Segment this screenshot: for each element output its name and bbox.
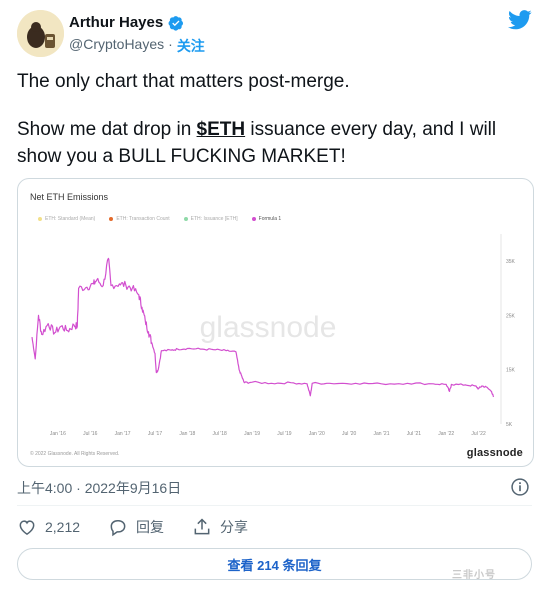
chart-plot: glassnode 5K 15K 25K 35K Jan '16 Jul '16 Jan '1… (31, 234, 516, 437)
reply-label: 回复 (136, 519, 165, 535)
tweet-line-2-pre: Show me dat drop in (17, 119, 197, 140)
share-button[interactable]: 分享 (192, 517, 248, 537)
y-tick-label: 35K (506, 259, 516, 265)
chart-watermark: glassnode (200, 311, 337, 344)
heart-icon (19, 520, 35, 535)
share-icon (194, 518, 210, 535)
site-watermark: 三非小号 (452, 570, 496, 581)
twitter-bird-icon[interactable] (508, 10, 532, 30)
reply-bubble-icon (110, 520, 126, 537)
x-tick-label: Jan '21 (374, 431, 390, 437)
x-tick-label: Jan '20 (309, 431, 325, 437)
x-tick-label: Jul '16 (83, 431, 98, 437)
author-name[interactable]: Arthur Hayes (69, 14, 163, 31)
x-tick-label: Jul '17 (148, 431, 163, 437)
y-tick-label: 25K (506, 313, 516, 319)
x-tick-label: Jul '19 (277, 431, 292, 437)
x-tick-label: Jul '18 (213, 431, 228, 437)
tweet-line-1: The only chart that matters post-merge. (17, 71, 350, 92)
x-tick-label: Jul '22 (471, 431, 486, 437)
author-avatar[interactable] (17, 10, 64, 57)
info-icon[interactable] (510, 477, 530, 497)
y-tick-label: 5K (506, 422, 513, 428)
x-tick-label: Jan '17 (115, 431, 131, 437)
tweet-line-2: Show me dat drop in $ETH issuance every … (17, 116, 532, 170)
like-button[interactable]: 2,212 (17, 517, 80, 537)
x-tick-label: Jul '20 (342, 431, 357, 437)
author-name-row[interactable]: Arthur Hayes (69, 14, 184, 31)
chart-image-card[interactable]: Net ETH Emissions ETH: Standard (Mean) ET… (17, 178, 534, 467)
x-tick-label: Jan '18 (179, 431, 195, 437)
reply-button[interactable]: 回复 (108, 517, 164, 537)
author-handle[interactable]: @CryptoHayes (69, 36, 164, 56)
verified-badge-icon (168, 15, 184, 31)
x-tick-label: Jan '16 (50, 431, 66, 437)
x-tick-label: Jul '21 (407, 431, 422, 437)
share-label: 分享 (220, 519, 249, 535)
follow-button[interactable]: 关注 (177, 36, 205, 56)
x-tick-label: Jan '22 (438, 431, 454, 437)
author-handle-row: @CryptoHayes · 关注 (69, 36, 205, 56)
likes-count: 2,212 (45, 519, 81, 535)
y-tick-label: 15K (506, 368, 516, 374)
tweet-timestamp[interactable]: 上午4:00 · 2022年9月16日 (17, 478, 181, 498)
tweet-text: The only chart that matters post-merge. … (17, 68, 532, 170)
eth-cashtag-link[interactable]: $ETH (197, 119, 246, 140)
divider (17, 505, 532, 506)
glassnode-brand-logo: glassnode (466, 447, 523, 459)
tweet-actions: 2,212 回复 分享 (17, 517, 276, 537)
chart-copyright: © 2022 Glassnode. All Rights Reserved. (30, 451, 120, 457)
separator-dot: · (168, 36, 173, 52)
x-tick-label: Jan '19 (244, 431, 260, 437)
